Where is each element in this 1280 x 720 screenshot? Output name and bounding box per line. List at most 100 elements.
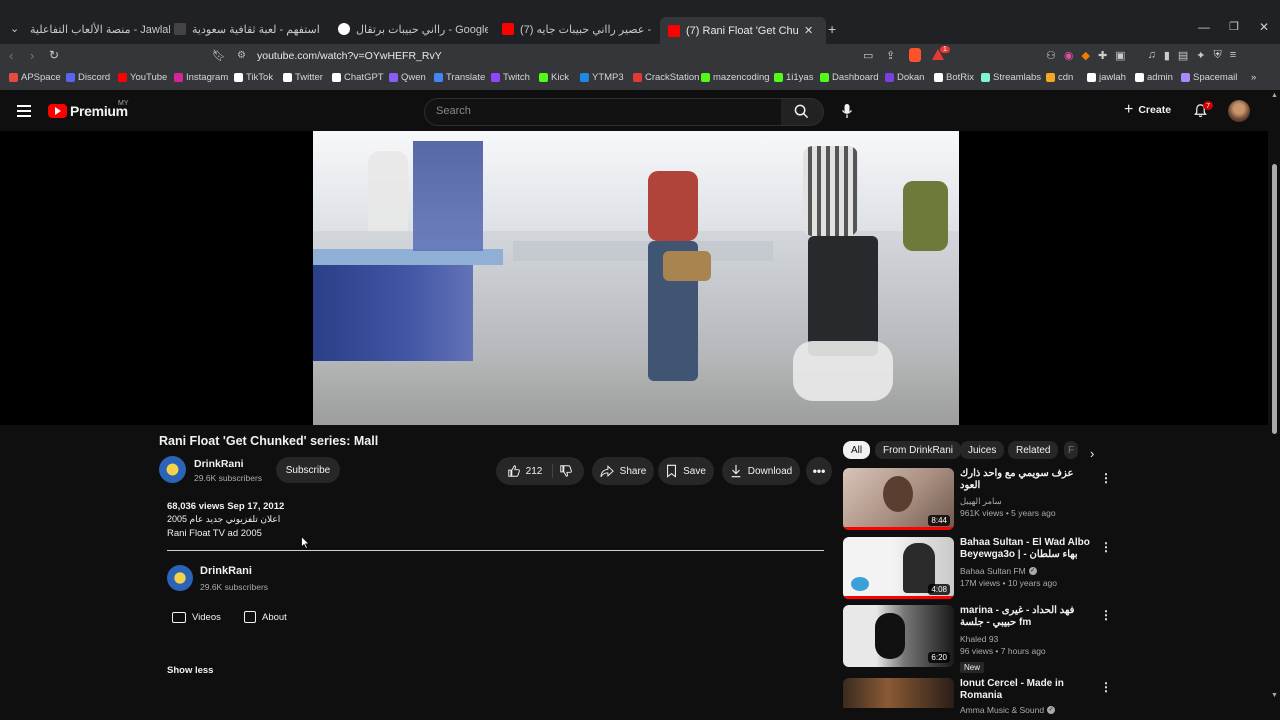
recommended-info[interactable]: Bahaa Sultan - El Wad Albo Beyewga3o | ب… xyxy=(960,537,1095,589)
chevron-right-icon[interactable]: › xyxy=(1090,446,1094,461)
recommended-info[interactable]: Ionut Cercel - Made in Romania Amma Musi… xyxy=(960,678,1095,716)
restore-icon[interactable]: ❐ xyxy=(1229,20,1239,33)
youtube-logo-icon[interactable] xyxy=(48,104,67,118)
url-text[interactable]: youtube.com/watch?v=OYwHEFR_RvY xyxy=(257,50,442,62)
close-tab-icon[interactable]: ✕ xyxy=(804,24,813,37)
more-vertical-icon[interactable]: ⋮ xyxy=(1100,471,1112,485)
show-less-button[interactable]: Show less xyxy=(167,665,213,676)
chip-all[interactable]: All xyxy=(843,441,871,459)
bookmark-item[interactable]: 1i1yas xyxy=(774,72,813,83)
channel-about-button[interactable]: About xyxy=(244,607,287,627)
bookmark-item[interactable]: mazencoding xyxy=(701,72,770,83)
brave-shield-icon[interactable] xyxy=(909,48,921,62)
bookmark-item[interactable]: Spacemail xyxy=(1181,72,1237,83)
browser-tab[interactable]: رااني حبيبات برتقال - Google Search xyxy=(338,17,488,41)
more-vertical-icon[interactable]: ⋮ xyxy=(1100,540,1112,554)
reload-icon[interactable]: ↻ xyxy=(49,48,59,62)
tab-search-icon[interactable]: ⌄ xyxy=(10,22,19,35)
bookmark-item[interactable]: TikTok xyxy=(234,72,273,83)
bookmark-item[interactable]: jawlah xyxy=(1087,72,1126,83)
media-icon[interactable]: ♫ xyxy=(1148,49,1156,62)
bookmark-item[interactable]: Dashboard xyxy=(820,72,878,83)
guide-menu-icon[interactable] xyxy=(17,105,31,117)
channel-card-avatar[interactable] xyxy=(167,565,193,591)
chip-related[interactable]: Related xyxy=(1008,441,1059,459)
video-player[interactable] xyxy=(0,131,1268,425)
like-button[interactable]: 212 xyxy=(507,464,554,478)
more-vertical-icon[interactable]: ⋮ xyxy=(1100,680,1112,694)
close-window-icon[interactable]: ✕ xyxy=(1259,20,1269,34)
channel-videos-button[interactable]: Videos xyxy=(172,607,221,627)
bookmark-item[interactable]: Twitter xyxy=(283,72,323,83)
share-page-icon[interactable]: ⇪ xyxy=(886,49,895,62)
extension-box-icon[interactable]: ▣ xyxy=(1115,49,1125,62)
thumbs-down-icon[interactable] xyxy=(559,464,573,478)
save-button[interactable]: Save xyxy=(658,457,714,485)
minimize-icon[interactable]: — xyxy=(1198,20,1210,34)
share-button[interactable]: Share xyxy=(592,457,654,485)
chip-more-partial[interactable]: F xyxy=(1064,441,1078,459)
extension-puzzle-icon[interactable]: ✚ xyxy=(1098,49,1107,62)
bookmark-item[interactable]: BotRix xyxy=(934,72,974,83)
bookmark-item[interactable]: Dokan xyxy=(885,72,924,83)
search-box[interactable]: Search xyxy=(424,98,783,126)
wallet-icon[interactable]: ▤ xyxy=(1178,49,1188,62)
bookmark-item[interactable]: YTMP3 xyxy=(580,72,624,83)
browser-tab-active[interactable]: (7) Rani Float 'Get Chunked' seri ✕ xyxy=(660,17,826,44)
sidebar-icon[interactable]: ▮ xyxy=(1164,49,1170,62)
bookmark-item[interactable]: APSpace xyxy=(9,72,61,83)
recommended-info[interactable]: marina - فهد الحداد - غيرى حبيبي - جلسة … xyxy=(960,605,1095,675)
bookmark-item[interactable]: CrackStation xyxy=(633,72,699,83)
bookmark-item[interactable]: Discord xyxy=(66,72,110,83)
more-actions-button[interactable]: ••• xyxy=(806,457,832,485)
bookmark-item[interactable]: Twitch xyxy=(491,72,530,83)
channel-name[interactable]: DrinkRani xyxy=(194,458,244,470)
site-info-icon[interactable]: ⚙︎ xyxy=(237,50,246,61)
page-scrollbar[interactable]: ▲ ▼ xyxy=(1270,92,1280,712)
browser-tab[interactable]: (7) عصير رااني حبيبات جايه - YouTube xyxy=(502,17,654,41)
more-vertical-icon[interactable]: ⋮ xyxy=(1100,608,1112,622)
extension-orange-icon[interactable]: ◆ xyxy=(1081,49,1089,62)
search-button[interactable] xyxy=(781,98,824,126)
scroll-up-icon[interactable]: ▲ xyxy=(1271,92,1278,99)
browser-tab[interactable]: جولة | Jawlah - منصة الألعاب التفاعلية xyxy=(30,17,170,41)
recommended-thumbnail[interactable]: 8:44 xyxy=(843,468,954,530)
bookmarks-overflow-icon[interactable]: » xyxy=(1251,72,1256,83)
recommended-thumbnail[interactable]: 4:08 xyxy=(843,537,954,599)
scroll-down-icon[interactable]: ▼ xyxy=(1271,692,1278,699)
bookmark-page-icon[interactable]: 🔖︎ xyxy=(212,49,226,62)
chip-from-channel[interactable]: From DrinkRani xyxy=(875,441,962,459)
bookmark-item[interactable]: cdn xyxy=(1046,72,1073,83)
extension-glasses-icon[interactable]: ⚇ xyxy=(1046,49,1056,62)
menu-icon[interactable]: ≡ xyxy=(1230,49,1236,62)
cast-icon[interactable]: ▭ xyxy=(863,49,873,62)
bookmark-item[interactable]: Kick xyxy=(539,72,569,83)
recommended-thumbnail[interactable]: 6:20 xyxy=(843,605,954,667)
bookmark-item[interactable]: Instagram xyxy=(174,72,228,83)
vpn-icon[interactable]: ⛨ xyxy=(1214,49,1222,62)
bookmark-item[interactable]: admin xyxy=(1135,72,1173,83)
account-avatar[interactable] xyxy=(1228,100,1250,122)
recommended-info[interactable]: عزف سويمي مع واحد ذارك العود سامر الهيبل… xyxy=(960,468,1095,519)
bookmark-item[interactable]: Translate xyxy=(434,72,485,83)
extension-pink-icon[interactable]: ◉ xyxy=(1064,49,1074,62)
channel-avatar[interactable] xyxy=(159,456,186,483)
bookmark-item[interactable]: YouTube xyxy=(118,72,167,83)
recommended-thumbnail[interactable] xyxy=(843,678,954,708)
scrollbar-thumb[interactable] xyxy=(1272,164,1277,434)
download-button[interactable]: Download xyxy=(722,457,800,485)
new-tab-icon[interactable]: + xyxy=(828,21,836,37)
back-icon[interactable]: ‹ xyxy=(9,48,13,63)
bookmark-item[interactable]: ChatGPT xyxy=(332,72,384,83)
browser-tab[interactable]: استفهم - لعبة ثقافية سعودية xyxy=(174,17,324,41)
video-frame[interactable] xyxy=(313,131,959,425)
subscribe-button[interactable]: Subscribe xyxy=(276,457,340,483)
create-button[interactable]: + Create xyxy=(1124,102,1171,118)
forward-icon[interactable]: › xyxy=(30,48,34,63)
voice-search-icon[interactable] xyxy=(841,103,853,119)
channel-card-name[interactable]: DrinkRani xyxy=(200,565,252,577)
chip-juices[interactable]: Juices xyxy=(960,441,1005,459)
leo-ai-icon[interactable]: ✦ xyxy=(1196,49,1205,62)
bookmark-item[interactable]: Qwen xyxy=(389,72,426,83)
bookmark-item[interactable]: Streamlabs xyxy=(981,72,1041,83)
